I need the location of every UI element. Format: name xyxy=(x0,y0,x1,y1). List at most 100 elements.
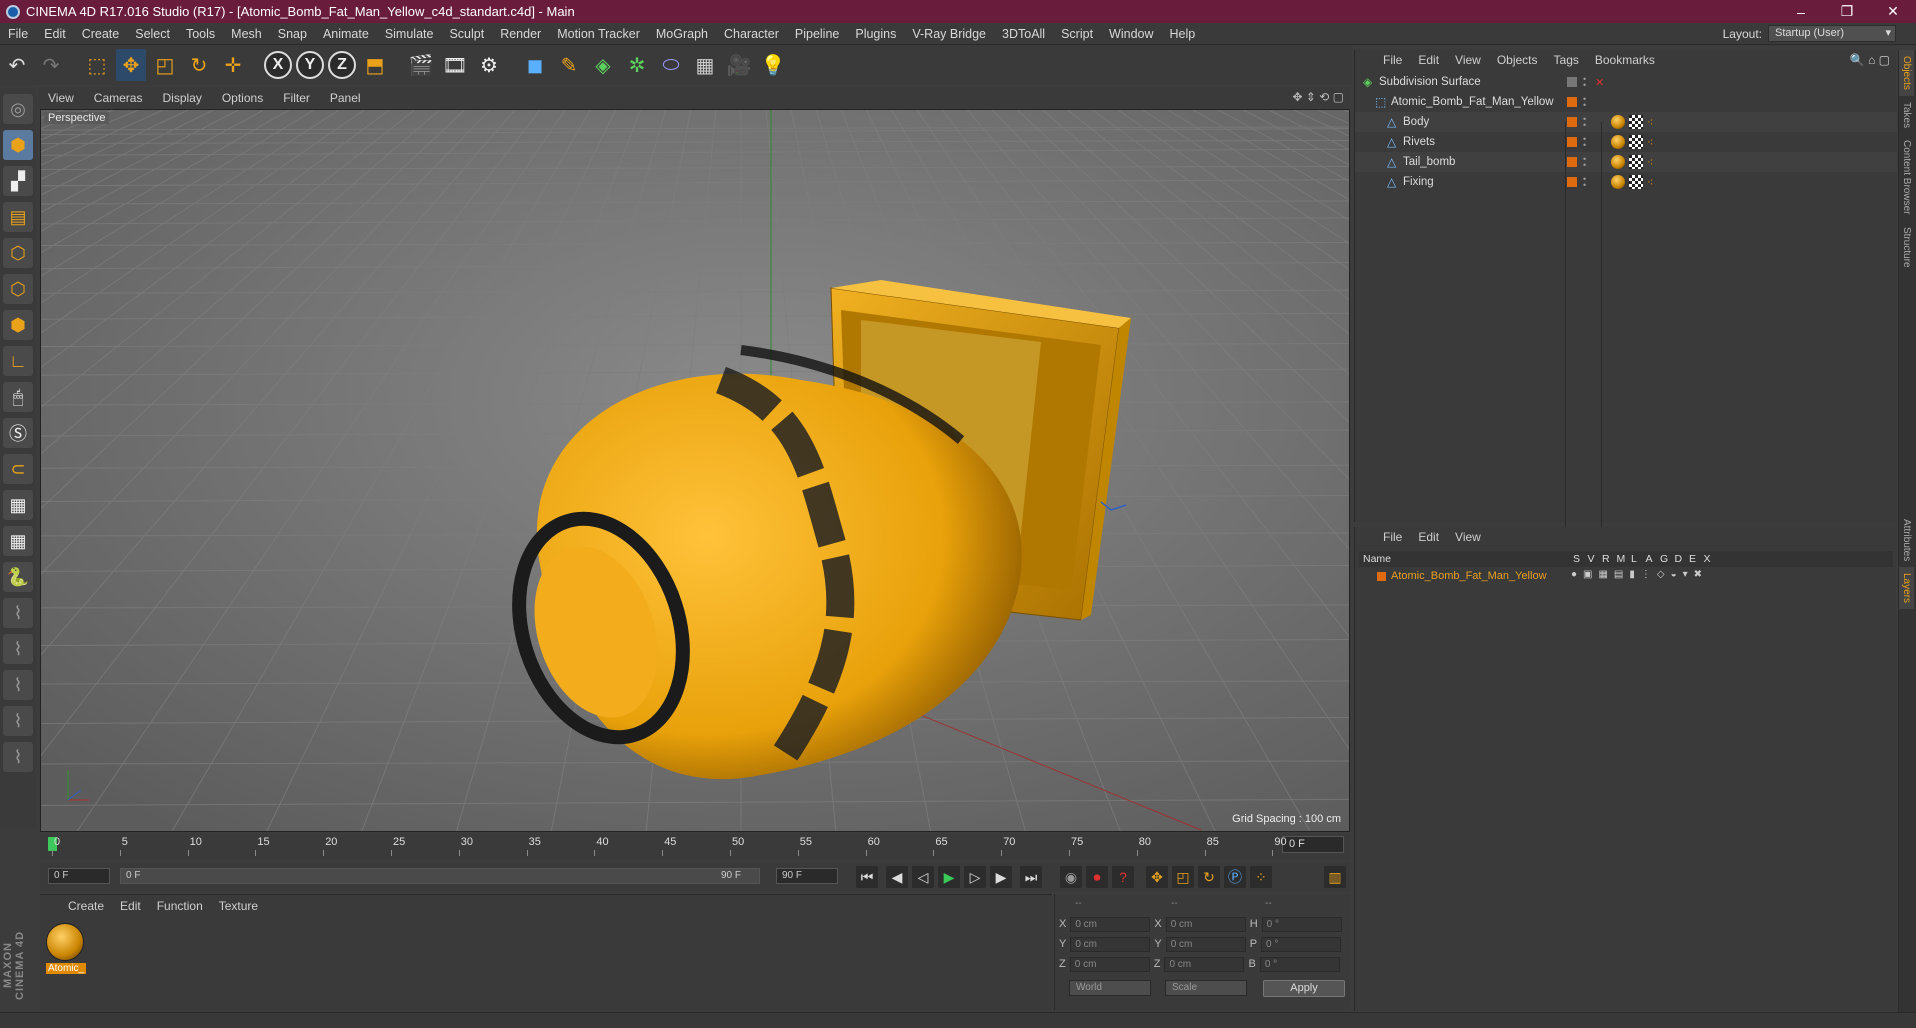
side-tab-objects[interactable]: Objects xyxy=(1899,50,1914,96)
live-selection-icon[interactable]: ⬚ xyxy=(82,49,112,81)
layer-menu-view[interactable]: View xyxy=(1447,530,1489,544)
layer-color-swatch[interactable] xyxy=(1377,572,1386,581)
material-menu-edit[interactable]: Edit xyxy=(112,899,149,913)
uvw-tag-icon[interactable] xyxy=(1629,155,1643,169)
menu-tools[interactable]: Tools xyxy=(178,27,223,41)
menu-animate[interactable]: Animate xyxy=(315,27,377,41)
uvw-tag-icon[interactable] xyxy=(1629,135,1643,149)
object-name[interactable]: Tail_bomb xyxy=(1403,156,1455,168)
visibility-dots-icon[interactable]: • • xyxy=(1583,135,1586,150)
layer-column-m[interactable]: M xyxy=(1617,553,1626,565)
key-pla-icon[interactable]: ⁘ xyxy=(1250,866,1272,888)
object-menu-edit[interactable]: Edit xyxy=(1410,53,1447,67)
menu-v-ray-bridge[interactable]: V-Ray Bridge xyxy=(904,27,994,41)
menu-select[interactable]: Select xyxy=(127,27,178,41)
menu-window[interactable]: Window xyxy=(1101,27,1161,41)
object-name[interactable]: Atomic_Bomb_Fat_Man_Yellow xyxy=(1391,96,1554,108)
object-row[interactable]: ◈ Subdivision Surface • • ✕ xyxy=(1355,72,1897,92)
start-frame-field[interactable]: 0 F xyxy=(48,868,110,884)
render-settings-icon[interactable]: ⚙ xyxy=(474,49,504,81)
viewport-menu-view[interactable]: View xyxy=(38,91,84,105)
layer-row[interactable]: Atomic_Bomb_Fat_Man_Yellow ●▣▦▤▮⋮◇◒▾✖ xyxy=(1359,569,1893,585)
workplane-icon[interactable]: ▤ xyxy=(3,202,33,232)
snap-icon[interactable]: ⊂ xyxy=(3,454,33,484)
apply-button[interactable]: Apply xyxy=(1263,980,1345,997)
z-axis-lock-icon[interactable]: Z xyxy=(328,51,356,79)
current-frame-field[interactable]: 0 F xyxy=(1282,836,1344,853)
material-tag-icon[interactable] xyxy=(1611,155,1625,169)
light-icon[interactable]: 💡 xyxy=(758,49,788,81)
menu-plugins[interactable]: Plugins xyxy=(847,27,904,41)
menu-pipeline[interactable]: Pipeline xyxy=(787,27,847,41)
floor-icon[interactable]: ▦ xyxy=(690,49,720,81)
visibility-dots-icon[interactable]: • • xyxy=(1583,115,1586,130)
goto-end-icon[interactable]: ⏭ xyxy=(1020,866,1042,888)
uvw-tag-icon[interactable] xyxy=(1629,175,1643,189)
axis-mode-icon[interactable]: ∟ xyxy=(3,346,33,376)
restore-button[interactable]: ❐ xyxy=(1824,0,1870,23)
size-y-field[interactable]: 0 cm xyxy=(1165,936,1246,952)
edges-mode-icon[interactable]: ⬡ xyxy=(3,274,33,304)
object-row[interactable]: △ Rivets • • ⁖ xyxy=(1355,132,1897,152)
layout-dropdown[interactable]: Startup (User) xyxy=(1768,25,1896,42)
make-editable-icon[interactable]: ◎ xyxy=(3,94,33,124)
polygons-mode-icon[interactable]: ⬢ xyxy=(3,310,33,340)
scale-icon[interactable]: ◰ xyxy=(150,49,180,81)
enabled-toggle-icon[interactable]: ✕ xyxy=(1595,76,1604,89)
frame-range-slider[interactable]: 0 F 90 F xyxy=(120,868,760,884)
object-manager-tools-icons[interactable]: 🔍 ⌂ ▢ xyxy=(1850,53,1890,67)
material-tag-icon[interactable] xyxy=(1611,115,1625,129)
object-row[interactable]: △ Body • • ⁖ xyxy=(1355,112,1897,132)
menu-3dtoall[interactable]: 3DToAll xyxy=(994,27,1053,41)
mograph-cloner-icon[interactable]: ✲ xyxy=(622,49,652,81)
tweak-mode-icon[interactable]: 🖱 xyxy=(3,382,33,412)
visibility-dots-icon[interactable]: • • xyxy=(1583,155,1586,170)
render-picture-viewer-icon[interactable]: 🎞 xyxy=(440,49,470,81)
transform-icon[interactable]: ✛ xyxy=(218,49,248,81)
object-row[interactable]: △ Fixing • • ⁖ xyxy=(1355,172,1897,192)
object-menu-file[interactable]: File xyxy=(1375,53,1410,67)
layer-column-x[interactable]: X xyxy=(1704,553,1711,565)
play-icon[interactable]: ▶ xyxy=(938,866,960,888)
uvw-tag-icon[interactable] xyxy=(1629,115,1643,129)
layer-column-d[interactable]: D xyxy=(1675,553,1683,565)
menu-edit[interactable]: Edit xyxy=(36,27,74,41)
deformer-icon[interactable]: ⬭ xyxy=(656,49,686,81)
layer-column-v[interactable]: V xyxy=(1588,553,1595,565)
menu-motion-tracker[interactable]: Motion Tracker xyxy=(549,27,648,41)
undo-icon[interactable]: ↶ xyxy=(2,49,32,81)
layer-column-a[interactable]: A xyxy=(1646,553,1653,565)
object-menu-tags[interactable]: Tags xyxy=(1546,53,1587,67)
autokey-icon[interactable]: ? xyxy=(1112,866,1134,888)
scale-mode-dropdown[interactable]: Scale xyxy=(1165,980,1247,996)
side-tab-layers[interactable]: Layers xyxy=(1899,567,1914,610)
selection-tag-icon[interactable]: ⁖ xyxy=(1647,156,1653,169)
next-key-icon[interactable]: ▶ xyxy=(990,866,1012,888)
end-frame-field[interactable]: 90 F xyxy=(776,868,838,884)
subdivision-icon[interactable]: ◈ xyxy=(588,49,618,81)
object-menu-bookmarks[interactable]: Bookmarks xyxy=(1587,53,1663,67)
magnet-icon[interactable]: ⌇ xyxy=(3,706,33,736)
timeline-ruler[interactable]: 0 F 0 5 10 15 20 25 30 35 40 45 50 55 60 65 70 75 80 85 90 xyxy=(40,834,1350,860)
viewport-nav-icons[interactable]: ✥ ⇕ ⟲ ▢ xyxy=(1292,90,1344,104)
cube-icon[interactable]: ◼ xyxy=(520,49,550,81)
object-row[interactable]: ⬚ Atomic_Bomb_Fat_Man_Yellow • • xyxy=(1355,92,1897,112)
keyframe-selection-icon[interactable]: ◉ xyxy=(1060,866,1082,888)
points-mode-icon[interactable]: ⬡ xyxy=(3,238,33,268)
viewport-menu-panel[interactable]: Panel xyxy=(320,91,371,105)
grid-snap-icon[interactable]: ▦ xyxy=(3,526,33,556)
visibility-dots-icon[interactable]: • • xyxy=(1583,95,1586,110)
python-icon[interactable]: 🐍 xyxy=(3,562,33,592)
menu-help[interactable]: Help xyxy=(1162,27,1204,41)
menu-file[interactable]: File xyxy=(0,27,36,41)
layer-flag-icon[interactable] xyxy=(1567,97,1577,107)
object-name[interactable]: Fixing xyxy=(1403,176,1434,188)
visibility-dots-icon[interactable]: • • xyxy=(1583,75,1586,90)
position-z-field[interactable]: 0 cm xyxy=(1069,956,1150,972)
paint-icon[interactable]: ⌇ xyxy=(3,634,33,664)
menu-simulate[interactable]: Simulate xyxy=(377,27,442,41)
key-parameter-icon[interactable]: Ⓟ xyxy=(1224,866,1246,888)
material-item[interactable]: Atomic_ xyxy=(46,923,86,974)
layer-toggle-icons[interactable]: ●▣▦▤▮⋮◇◒▾✖ xyxy=(1571,569,1708,580)
render-view-icon[interactable]: 🎬 xyxy=(406,49,436,81)
